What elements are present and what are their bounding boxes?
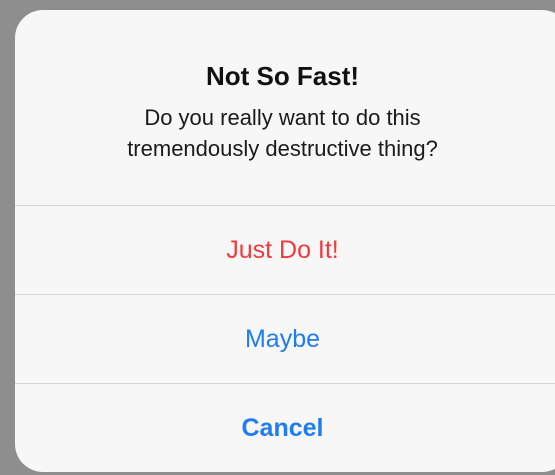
maybe-button[interactable]: Maybe <box>15 295 555 383</box>
alert-dialog: Not So Fast! Do you really want to do th… <box>15 10 555 472</box>
alert-title: Not So Fast! <box>205 61 360 91</box>
alert-header: Not So Fast! Do you really want to do th… <box>15 10 555 205</box>
just-do-it-button[interactable]: Just Do It! <box>15 206 555 294</box>
alert-message-line-1: Do you really want to do this <box>144 105 421 130</box>
cancel-button[interactable]: Cancel <box>15 384 555 472</box>
alert-message: Do you really want to do this tremendous… <box>15 102 555 164</box>
alert-message-line-2: tremendously destructive thing? <box>127 136 438 161</box>
